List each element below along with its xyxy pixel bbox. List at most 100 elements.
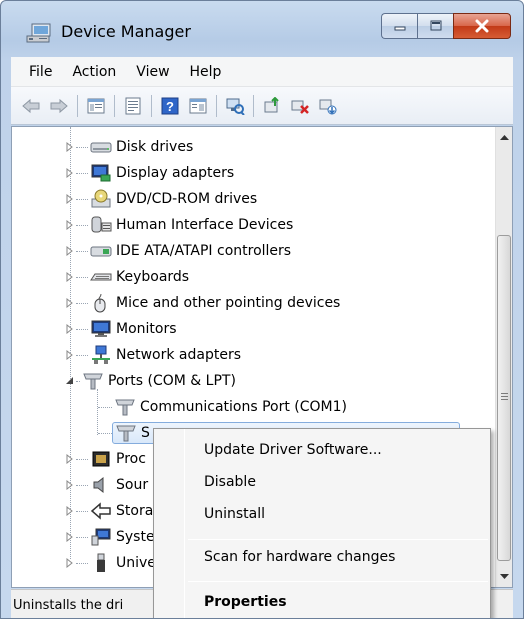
tree-item-dvd-cd-rom-drives[interactable]: DVD/CD-ROM drives <box>64 186 257 212</box>
tree-item-label: Unive <box>116 555 156 571</box>
tree-dots <box>76 224 88 226</box>
ide-controller-icon <box>90 241 112 261</box>
system-devices-icon <box>90 527 112 547</box>
tree-dots <box>98 406 112 408</box>
expand-arrow-icon[interactable] <box>64 323 76 335</box>
toolbar-separator <box>114 94 115 117</box>
enable-device-button[interactable] <box>314 92 342 120</box>
menu-separator <box>188 539 488 540</box>
tree-dots <box>76 458 88 460</box>
expand-arrow-icon[interactable] <box>64 141 76 153</box>
tree-item-label: Mice and other pointing devices <box>116 295 341 311</box>
maximize-button[interactable] <box>417 13 453 39</box>
toolbar-separator <box>253 94 254 117</box>
tree-item-label: Ports (COM & LPT) <box>108 373 236 389</box>
minimize-icon <box>394 26 405 31</box>
tree-dots <box>76 146 88 148</box>
monitor-icon <box>90 319 112 339</box>
expand-arrow-icon[interactable] <box>64 271 76 283</box>
expand-arrow-icon[interactable] <box>64 453 76 465</box>
expand-arrow-icon[interactable] <box>64 349 76 361</box>
tree-item-label: Human Interface Devices <box>116 217 294 233</box>
expand-arrow-icon[interactable] <box>64 245 76 257</box>
menu-action[interactable]: Action <box>62 64 126 80</box>
hid-icon <box>90 215 112 235</box>
tree-item-monitors[interactable]: Monitors <box>64 316 177 342</box>
expand-arrow-icon[interactable] <box>64 167 76 179</box>
tree-item-label: Monitors <box>116 321 177 337</box>
status-text: Uninstalls the dri <box>13 597 124 613</box>
network-adapter-icon <box>90 345 112 365</box>
tree-item-label: IDE ATA/ATAPI controllers <box>116 243 292 259</box>
tree-item-label: Communications Port (COM1) <box>140 399 347 415</box>
tree-item-label: DVD/CD-ROM drives <box>116 191 258 207</box>
update-driver-button[interactable] <box>258 92 286 120</box>
properties-view-icon <box>87 98 105 113</box>
tree-item-com1[interactable]: Communications Port (COM1) <box>98 394 347 420</box>
maximize-icon <box>430 20 441 31</box>
console-tree-icon <box>125 97 141 114</box>
help-button[interactable]: ? <box>156 92 184 120</box>
scroll-up-button[interactable] <box>496 129 512 146</box>
expand-arrow-icon[interactable] <box>64 531 76 543</box>
expand-arrow-icon[interactable] <box>64 193 76 205</box>
forward-button[interactable] <box>45 92 73 120</box>
close-button[interactable] <box>453 13 511 39</box>
expand-arrow-icon[interactable] <box>64 479 76 491</box>
uninstall-button[interactable] <box>286 92 314 120</box>
tree-item-label: S <box>141 425 150 441</box>
menu-view[interactable]: View <box>126 64 179 80</box>
show-action-pane-button[interactable] <box>184 92 212 120</box>
menu-help[interactable]: Help <box>180 64 232 80</box>
collapse-arrow-icon[interactable] <box>64 375 76 387</box>
scroll-thumb[interactable] <box>497 235 511 561</box>
tree-item-label: Proc <box>116 451 146 467</box>
toolbar-separator <box>151 94 152 117</box>
minimize-button[interactable] <box>381 13 417 39</box>
tree-item-storage[interactable]: Stora <box>64 498 153 524</box>
menu-separator <box>188 581 488 582</box>
menu-item-scan-hardware[interactable]: Scan for hardware changes <box>204 549 395 565</box>
tree-item-label: Display adapters <box>116 165 235 181</box>
tree-item-disk-drives[interactable]: Disk drives <box>64 134 193 160</box>
menu-item-update-driver[interactable]: Update Driver Software... <box>204 442 382 458</box>
expand-arrow-icon[interactable] <box>64 219 76 231</box>
device-manager-window: Device Manager File Action View Help ? D… <box>0 0 524 619</box>
back-arrow-icon <box>22 98 40 113</box>
toolbar-separator <box>77 94 78 117</box>
tree-item-usb-controllers[interactable]: Unive <box>64 550 156 576</box>
back-button[interactable] <box>17 92 45 120</box>
tree-dots <box>76 250 88 252</box>
tree-item-processors[interactable]: Proc <box>64 446 146 472</box>
tree-item-system-devices[interactable]: Syste <box>64 524 155 550</box>
tree-item-display-adapters[interactable]: Display adapters <box>64 160 234 186</box>
tree-item-ports[interactable]: Ports (COM & LPT) <box>64 368 236 394</box>
window-title: Device Manager <box>61 22 191 41</box>
scan-hardware-button[interactable] <box>221 92 249 120</box>
title-bar[interactable]: Device Manager <box>1 1 523 57</box>
tree-dots <box>76 302 88 304</box>
expand-arrow-icon[interactable] <box>64 505 76 517</box>
tree-item-sound[interactable]: Sour <box>64 472 148 498</box>
tree-item-keyboards[interactable]: Keyboards <box>64 264 189 290</box>
vertical-scrollbar[interactable] <box>495 127 512 587</box>
show-hide-console-tree-button[interactable] <box>82 92 110 120</box>
menu-file[interactable]: File <box>19 64 62 80</box>
tree-dots <box>76 328 88 330</box>
menu-item-properties[interactable]: Properties <box>204 594 287 610</box>
dvd-drive-icon <box>90 189 112 209</box>
menu-icon-gutter <box>184 429 185 618</box>
thumb-grip <box>501 399 508 400</box>
properties-button[interactable] <box>119 92 147 120</box>
scroll-down-button[interactable] <box>496 568 512 585</box>
tree-item-human-interface-devices[interactable]: Human Interface Devices <box>64 212 293 238</box>
menu-item-uninstall[interactable]: Uninstall <box>204 506 265 522</box>
tree-item-mice[interactable]: Mice and other pointing devices <box>64 290 340 316</box>
toolbar-separator <box>216 94 217 117</box>
tree-item-ide-controllers[interactable]: IDE ATA/ATAPI controllers <box>64 238 291 264</box>
expand-arrow-icon[interactable] <box>64 297 76 309</box>
caption-buttons <box>381 13 511 39</box>
expand-arrow-icon[interactable] <box>64 557 76 569</box>
menu-item-disable[interactable]: Disable <box>204 474 256 490</box>
tree-item-network-adapters[interactable]: Network adapters <box>64 342 241 368</box>
